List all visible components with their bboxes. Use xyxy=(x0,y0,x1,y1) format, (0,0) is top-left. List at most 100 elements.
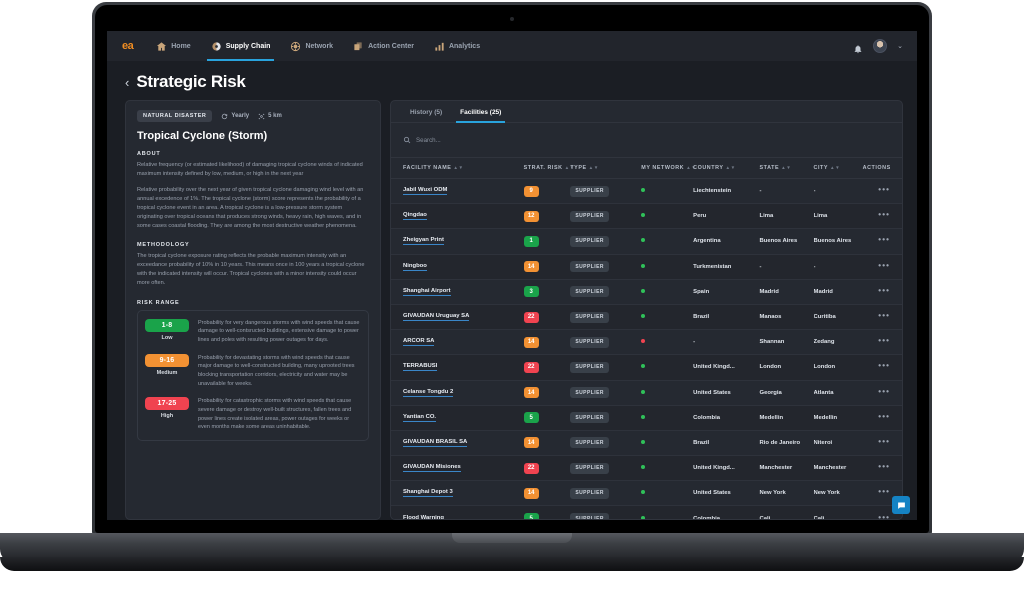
navbar-right-group: ⌄ xyxy=(853,39,907,54)
table-row[interactable]: Yantian CO. 5 SUPPLIER Colombia Medellin Mede… xyxy=(391,405,902,431)
page-title: Strategic Risk xyxy=(136,72,246,91)
row-actions-icon[interactable]: ••• xyxy=(878,185,890,194)
cell-actions[interactable]: ••• xyxy=(862,304,902,331)
tab-facilities[interactable]: Facilities (25) xyxy=(451,101,510,123)
cell-type: SUPPLIER xyxy=(570,279,630,305)
facility-name-link[interactable]: Shanghai Airport xyxy=(403,288,451,296)
facility-name-link[interactable]: Shanghai Depot 3 xyxy=(403,489,453,498)
risk-range-row: 17-25 High Probability for catastrophic … xyxy=(145,397,361,432)
risk-range-row: 9-16 Medium Probability for devastating … xyxy=(145,353,361,389)
table-row[interactable]: Qingdao 12 SUPPLIER Peru Lima Lima ••• xyxy=(391,203,902,230)
table-row[interactable]: Zheigyan Print 1 SUPPLIER Argentina Buenos A… xyxy=(391,228,902,255)
cell-actions[interactable]: ••• xyxy=(862,178,902,205)
cell-type: SUPPLIER xyxy=(570,329,630,356)
row-actions-icon[interactable]: ••• xyxy=(878,513,890,519)
cell-facility-name: Celanse Tongdu 2 xyxy=(391,380,524,406)
row-actions-icon[interactable]: ••• xyxy=(878,311,890,320)
row-actions-icon[interactable]: ••• xyxy=(878,412,890,421)
risk-range-row: 1-8 Low Probability for very dangerous s… xyxy=(145,318,361,345)
table-row[interactable]: Jabil Wuxi ODM 9 SUPPLIER Liechtenstein - - ••… xyxy=(391,178,902,205)
table-row[interactable]: Shanghai Depot 3 14 SUPPLIER United States N… xyxy=(391,480,902,507)
facility-name-link[interactable]: GIVAUDAN Uruguay SA xyxy=(403,313,470,322)
column-header-city[interactable]: CITY ▲▼ xyxy=(813,158,863,179)
cell-strat-risk: 14 xyxy=(523,329,571,356)
row-actions-icon[interactable]: ••• xyxy=(878,361,890,370)
bell-icon[interactable] xyxy=(853,41,863,54)
table-row[interactable]: GIVAUDAN Uruguay SA 22 SUPPLIER Brazil Manao… xyxy=(391,304,902,331)
facility-name-link[interactable]: ARCOR SA xyxy=(403,338,435,347)
cell-facility-name: Shanghai Depot 3 xyxy=(391,480,524,507)
row-actions-icon[interactable]: ••• xyxy=(878,261,890,270)
nav-item-network[interactable]: Network xyxy=(280,31,343,61)
cell-actions[interactable]: ••• xyxy=(862,430,902,457)
facility-name-link[interactable]: Yantian CO. xyxy=(403,414,437,422)
table-row[interactable]: Celanse Tongdu 2 14 SUPPLIER United States G… xyxy=(391,380,902,406)
facility-name-link[interactable]: Jabil Wuxi ODM xyxy=(403,187,448,196)
cell-state: Rio de Janeiro xyxy=(759,430,814,457)
strat-risk-badge: 22 xyxy=(523,361,539,373)
cell-actions[interactable]: ••• xyxy=(862,329,902,356)
column-header-state[interactable]: STATE ▲▼ xyxy=(759,158,814,179)
table-row[interactable]: ARCOR SA 14 SUPPLIER - Shannan Zedang ••• xyxy=(391,329,902,356)
chevron-down-icon[interactable]: ⌄ xyxy=(897,42,903,50)
cell-actions[interactable]: ••• xyxy=(862,455,902,482)
chat-bubble-icon[interactable] xyxy=(892,496,910,514)
app-logo[interactable]: ea xyxy=(117,40,146,52)
facility-name-link[interactable]: GIVAUDAN BRASIL SA xyxy=(403,439,468,447)
row-actions-icon[interactable]: ••• xyxy=(878,210,890,219)
hazard-meta-row: NATURAL DISASTER Yearly 5 km xyxy=(137,110,369,122)
back-chevron-icon[interactable]: ‹ xyxy=(125,76,129,89)
cell-actions[interactable]: ••• xyxy=(862,203,902,230)
row-actions-icon[interactable]: ••• xyxy=(878,235,890,244)
column-header-type[interactable]: TYPE ▲▼ xyxy=(570,158,630,179)
nav-item-home[interactable]: Home xyxy=(146,31,200,61)
row-actions-icon[interactable]: ••• xyxy=(878,462,890,471)
nav-item-analytics[interactable]: Analytics xyxy=(424,31,490,61)
nav-item-supply-chain[interactable]: Supply Chain xyxy=(201,31,281,61)
column-header-facility-name[interactable]: FACILITY NAME ▲▼ xyxy=(391,158,524,179)
cell-actions[interactable]: ••• xyxy=(862,254,902,280)
strat-risk-badge: 22 xyxy=(523,462,539,474)
row-actions-icon[interactable]: ••• xyxy=(878,487,890,496)
table-row[interactable]: Flood Warning 5 SUPPLIER Colombia Cali Cali ••… xyxy=(391,505,902,519)
about-paragraph-2: Relative probability over the next year … xyxy=(137,187,364,230)
row-actions-icon[interactable]: ••• xyxy=(878,286,890,295)
facility-name-link[interactable]: Ningboo xyxy=(403,263,427,271)
strat-risk-badge: 9 xyxy=(523,185,539,197)
table-row[interactable]: TERRABUSI 22 SUPPLIER United Kingd... London… xyxy=(391,354,902,381)
type-pill: SUPPLIER xyxy=(570,336,609,348)
cell-actions[interactable]: ••• xyxy=(862,405,902,431)
facility-name-link[interactable]: TERRABUSI xyxy=(403,363,438,372)
facility-name-link[interactable]: Qingdao xyxy=(403,212,427,221)
cell-facility-name: Jabil Wuxi ODM xyxy=(391,178,524,205)
cell-actions[interactable]: ••• xyxy=(862,279,902,305)
tab-history[interactable]: History (5) xyxy=(401,101,451,122)
application-window: ea Home Supply Chain Network Action Cent… xyxy=(107,31,917,520)
row-actions-icon[interactable]: ••• xyxy=(878,387,890,396)
cell-type: SUPPLIER xyxy=(570,505,630,519)
cell-strat-risk: 22 xyxy=(523,354,571,381)
facility-name-link[interactable]: Celanse Tongdu 2 xyxy=(403,389,454,397)
cell-actions[interactable]: ••• xyxy=(862,228,902,255)
laptop-mockup: ea Home Supply Chain Network Action Cent… xyxy=(0,0,1024,590)
facility-name-link[interactable]: GIVAUDAN Misiones xyxy=(403,464,461,473)
table-row[interactable]: GIVAUDAN BRASIL SA 14 SUPPLIER Brazil Rio de… xyxy=(391,430,902,457)
avatar[interactable] xyxy=(873,39,888,53)
column-header-my-network[interactable]: MY NETWORK ▲▼ xyxy=(629,158,696,179)
row-actions-icon[interactable]: ••• xyxy=(878,437,890,446)
facilities-table-container[interactable]: FACILITY NAME▲▼ STRAT. RISK▲▼ TYPE▲▼ MY … xyxy=(391,158,902,519)
cell-actions[interactable]: ••• xyxy=(862,380,902,406)
row-actions-icon[interactable]: ••• xyxy=(878,336,890,345)
cell-type: SUPPLIER xyxy=(570,455,630,482)
facility-name-link[interactable]: Flood Warning xyxy=(403,515,444,519)
table-row[interactable]: Shanghai Airport 3 SUPPLIER Spain Madrid Madr… xyxy=(391,279,902,305)
column-header-country[interactable]: COUNTRY ▲▼ xyxy=(693,158,760,179)
column-header-strat-risk[interactable]: STRAT. RISK▲▼ xyxy=(523,158,574,179)
search-input[interactable] xyxy=(416,136,616,144)
table-row[interactable]: Ningboo 14 SUPPLIER Turkmenistan - - ••• xyxy=(391,254,902,280)
facility-name-link[interactable]: Zheigyan Print xyxy=(403,237,444,246)
table-row[interactable]: GIVAUDAN Misiones 22 SUPPLIER United Kingd.… xyxy=(391,455,902,482)
cell-city: Zedang xyxy=(813,329,863,356)
nav-item-action-center[interactable]: Action Center xyxy=(343,31,424,61)
cell-actions[interactable]: ••• xyxy=(862,354,902,381)
